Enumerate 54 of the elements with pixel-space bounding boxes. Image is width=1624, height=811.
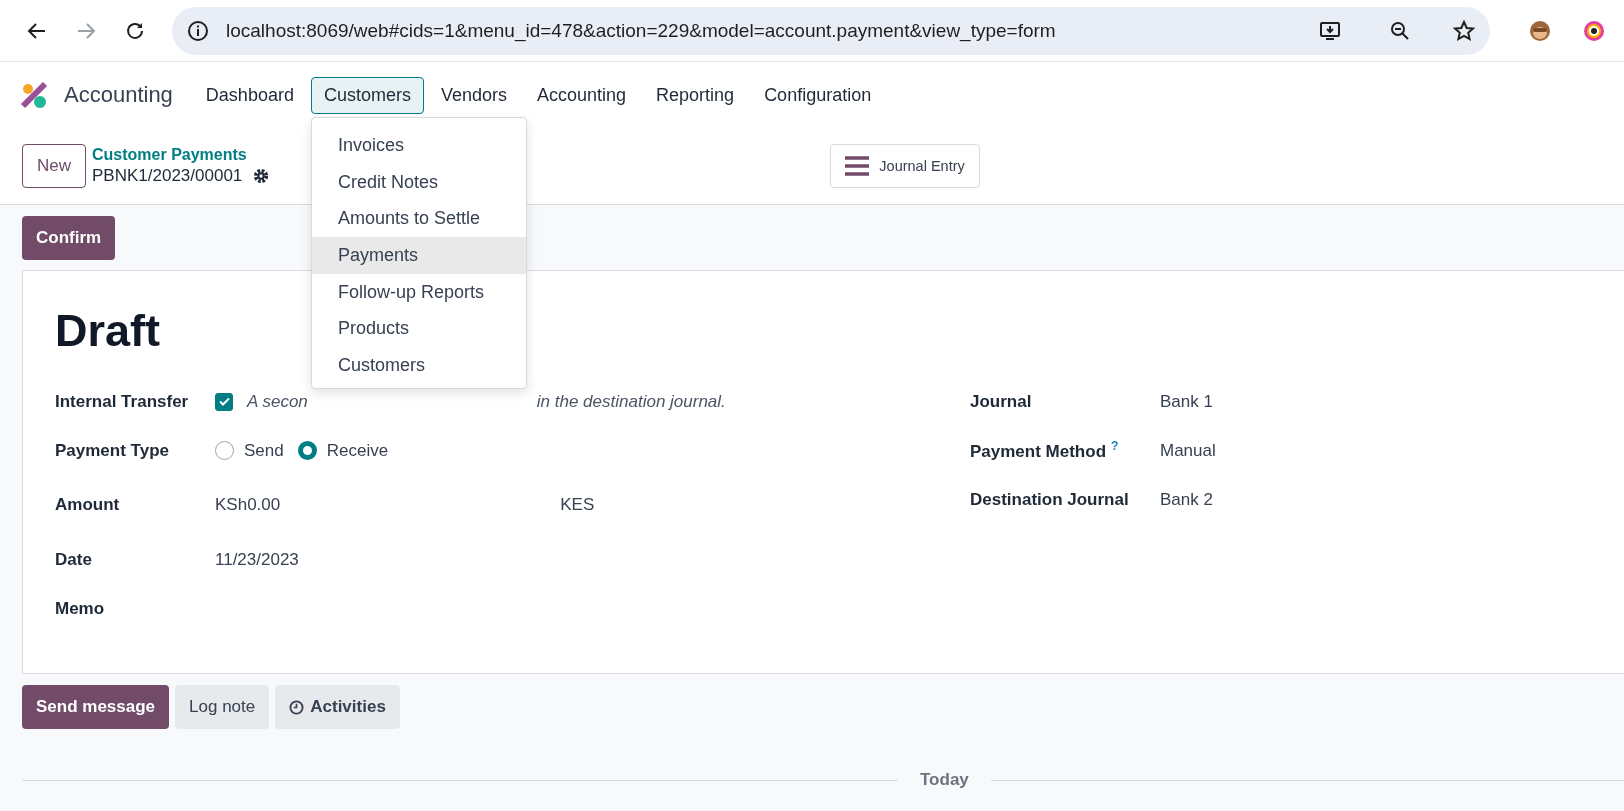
info-icon[interactable] [186, 18, 210, 43]
field-label: Journal [970, 391, 1033, 412]
field-label: Payment Type [55, 440, 170, 461]
field-label: Destination Journal [970, 489, 1130, 510]
menu-item[interactable]: Vendors [427, 76, 520, 114]
star-icon[interactable] [1452, 18, 1476, 43]
menu-item[interactable]: Configuration [751, 76, 885, 114]
confirm-button[interactable]: Confirm [22, 216, 116, 260]
menu-item[interactable]: Dashboard [192, 76, 307, 114]
menu-item[interactable]: Reporting [643, 76, 748, 114]
radio-label: Receive [326, 440, 389, 461]
menu-item[interactable]: Accounting [524, 76, 640, 114]
checkmark-icon [218, 397, 230, 406]
radio-button[interactable] [215, 441, 234, 460]
new-button[interactable]: New [22, 144, 86, 188]
extension-icon[interactable] [1582, 18, 1606, 43]
record-name: PBNK1/2023/00001 [92, 166, 243, 186]
field-label: Payment Method $^{?}$ [970, 439, 1120, 462]
radio-button[interactable] [297, 441, 317, 460]
breadcrumb-link[interactable]: Customer Payments [92, 146, 271, 164]
dropdown-item[interactable]: Invoices [311, 127, 526, 165]
chatter-button[interactable]: Log note [175, 685, 270, 729]
app-name[interactable]: Accounting [64, 82, 173, 108]
currency-value[interactable]: KES [560, 495, 595, 515]
help-text: in the destination journal. [536, 391, 726, 412]
settings-icon[interactable] [252, 167, 271, 185]
dropdown-item[interactable]: Customers [311, 347, 526, 384]
app-logo-icon[interactable] [20, 81, 48, 109]
clock-icon [289, 699, 305, 715]
field-label: Amount [55, 495, 121, 515]
dropdown-item[interactable]: Products [311, 310, 526, 348]
menu-item[interactable]: Customers [310, 76, 424, 114]
field-value[interactable]: Manual [1160, 440, 1216, 461]
form-title: Draft [55, 305, 160, 357]
field-value[interactable]: KSh0.00 [215, 495, 281, 515]
dropdown-item[interactable]: Payments [311, 237, 526, 274]
dropdown-item[interactable]: Credit Notes [311, 164, 526, 201]
journal-entry-button[interactable]: Journal Entry [830, 144, 980, 188]
radio-label: Send [244, 440, 284, 461]
field-value[interactable]: 11/23/2023 [215, 549, 299, 570]
dropdown-item[interactable]: Follow-up Reports [311, 273, 526, 311]
chatter-button[interactable]: Activities [275, 685, 400, 729]
chatter-button[interactable]: Send message [22, 685, 170, 729]
field-value[interactable]: Bank 1 [1160, 391, 1213, 412]
field-label: Memo [55, 598, 106, 619]
monkey-icon[interactable] [1528, 18, 1552, 43]
field-value[interactable]: Bank 2 [1160, 489, 1213, 510]
date-separator: Today [920, 770, 969, 790]
help-text: A secon [247, 391, 308, 412]
dropdown-item[interactable]: Amounts to Settle [311, 200, 526, 238]
menu-icon [845, 156, 870, 176]
field-label: Date [55, 549, 93, 570]
checkbox[interactable] [215, 392, 233, 411]
field-label: Internal Transfer [55, 391, 190, 412]
